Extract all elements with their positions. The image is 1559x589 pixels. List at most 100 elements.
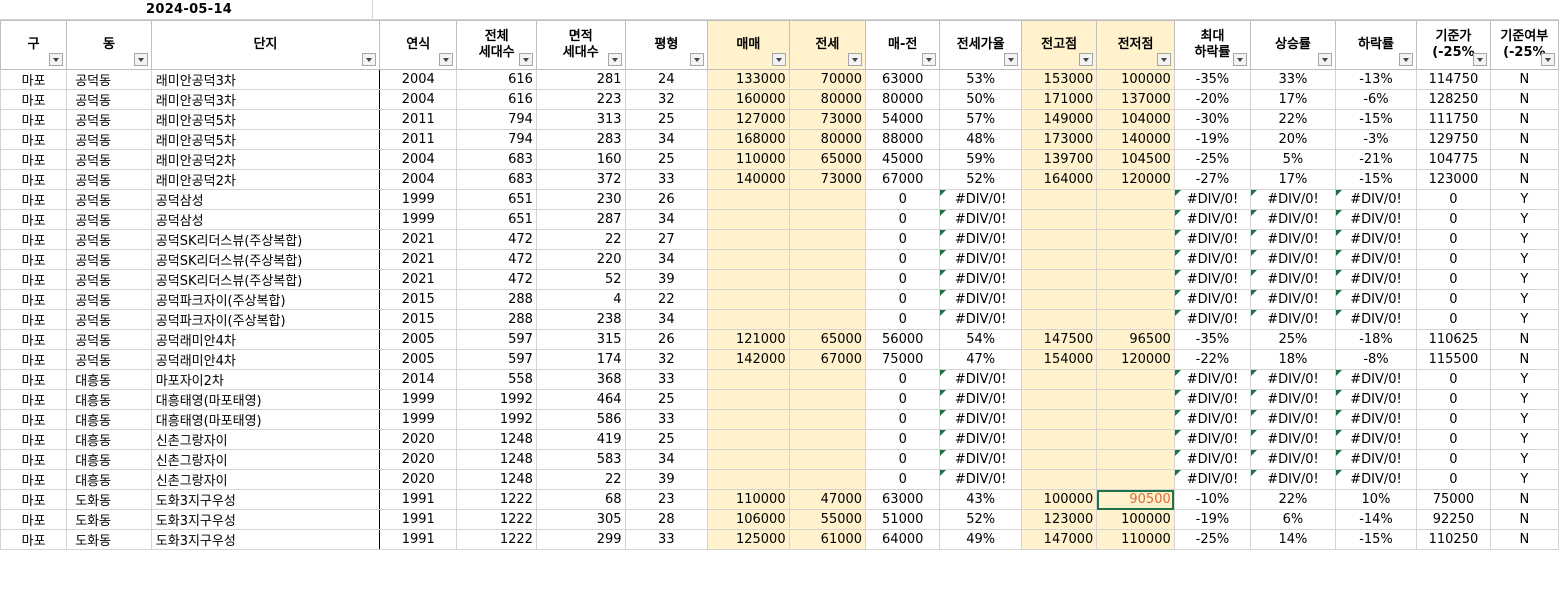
cell-area_units[interactable]: 313 — [535, 109, 626, 130]
cell-fall[interactable]: -3% — [1334, 129, 1418, 150]
cell-year[interactable]: 2021 — [379, 269, 458, 290]
cell-prev_high[interactable] — [1020, 229, 1098, 250]
cell-dong[interactable]: 대흥동 — [66, 369, 152, 390]
cell-prev_low[interactable] — [1096, 229, 1175, 250]
cell-jeonse[interactable]: 65000 — [788, 149, 867, 170]
cell-area_units[interactable]: 419 — [535, 429, 626, 450]
cell-pyeong[interactable]: 25 — [624, 149, 709, 170]
cell-jeonse_ratio[interactable]: 54% — [939, 329, 1022, 350]
cell-sale[interactable]: 168000 — [707, 129, 790, 150]
cell-prev_low[interactable]: 100000 — [1096, 509, 1175, 530]
cell-fall[interactable]: -18% — [1334, 329, 1418, 350]
cell-jeonse_ratio[interactable]: 52% — [939, 169, 1022, 190]
cell-sale[interactable] — [707, 249, 790, 270]
column-header-dong[interactable]: 동 — [66, 20, 152, 70]
cell-gu[interactable]: 마포 — [0, 229, 68, 250]
cell-year[interactable]: 2004 — [379, 89, 458, 110]
cell-dong[interactable]: 공덕동 — [66, 209, 152, 230]
cell-prev_high[interactable] — [1020, 249, 1098, 270]
cell-rise[interactable]: 22% — [1250, 489, 1336, 510]
cell-gap[interactable]: 0 — [865, 449, 941, 470]
cell-base_flag[interactable]: N — [1489, 509, 1559, 530]
cell-base_price[interactable]: 0 — [1416, 369, 1491, 390]
cell-jeonse_ratio[interactable]: #DIV/0! — [939, 449, 1022, 470]
cell-fall[interactable]: #DIV/0! — [1334, 229, 1418, 250]
cell-pyeong[interactable]: 27 — [624, 229, 709, 250]
cell-jeonse_ratio[interactable]: #DIV/0! — [939, 429, 1022, 450]
cell-base_price[interactable]: 115500 — [1416, 349, 1491, 370]
cell-gu[interactable]: 마포 — [0, 169, 68, 190]
cell-pyeong[interactable]: 24 — [624, 69, 709, 90]
cell-dong[interactable]: 공덕동 — [66, 289, 152, 310]
cell-dong[interactable]: 공덕동 — [66, 269, 152, 290]
cell-danji[interactable]: 공덕래미안4차 — [150, 349, 381, 370]
cell-total_units[interactable]: 288 — [456, 289, 537, 310]
cell-gap[interactable]: 0 — [865, 369, 941, 390]
cell-rise[interactable]: #DIV/0! — [1250, 229, 1336, 250]
cell-base_price[interactable]: 0 — [1416, 409, 1491, 430]
cell-dong[interactable]: 공덕동 — [66, 169, 152, 190]
cell-dong[interactable]: 공덕동 — [66, 189, 152, 210]
cell-fall[interactable]: #DIV/0! — [1334, 469, 1418, 490]
column-header-danji[interactable]: 단지 — [150, 20, 381, 70]
cell-prev_low[interactable]: 104000 — [1096, 109, 1175, 130]
cell-jeonse_ratio[interactable]: #DIV/0! — [939, 289, 1022, 310]
cell-base_flag[interactable]: N — [1489, 89, 1559, 110]
column-header-prev_low[interactable]: 전저점 — [1096, 20, 1175, 70]
cell-jeonse[interactable] — [788, 249, 867, 270]
cell-danji[interactable]: 대흥태영(마포태영) — [150, 389, 381, 410]
cell-max_drop[interactable]: #DIV/0! — [1173, 409, 1252, 430]
cell-pyeong[interactable]: 33 — [624, 409, 709, 430]
cell-jeonse[interactable]: 70000 — [788, 69, 867, 90]
cell-fall[interactable]: -21% — [1334, 149, 1418, 170]
cell-area_units[interactable]: 372 — [535, 169, 626, 190]
cell-base_price[interactable]: 0 — [1416, 429, 1491, 450]
cell-area_units[interactable]: 586 — [535, 409, 626, 430]
cell-dong[interactable]: 대흥동 — [66, 409, 152, 430]
cell-fall[interactable]: #DIV/0! — [1334, 449, 1418, 470]
cell-gu[interactable]: 마포 — [0, 349, 68, 370]
cell-gu[interactable]: 마포 — [0, 449, 68, 470]
cell-max_drop[interactable]: #DIV/0! — [1173, 429, 1252, 450]
cell-base_price[interactable]: 123000 — [1416, 169, 1491, 190]
column-header-rise[interactable]: 상승률 — [1250, 20, 1336, 70]
cell-prev_high[interactable] — [1020, 409, 1098, 430]
cell-fall[interactable]: #DIV/0! — [1334, 209, 1418, 230]
cell-jeonse[interactable] — [788, 209, 867, 230]
filter-dropdown-icon[interactable] — [362, 53, 377, 66]
cell-prev_low[interactable]: 140000 — [1096, 129, 1175, 150]
cell-jeonse[interactable]: 67000 — [788, 349, 867, 370]
cell-prev_high[interactable] — [1020, 429, 1098, 450]
cell-gu[interactable]: 마포 — [0, 69, 68, 90]
cell-base_price[interactable]: 0 — [1416, 269, 1491, 290]
cell-prev_low[interactable] — [1096, 189, 1175, 210]
column-header-year[interactable]: 연식 — [379, 20, 458, 70]
cell-pyeong[interactable]: 25 — [624, 429, 709, 450]
column-header-max_drop[interactable]: 최대 하락률 — [1173, 20, 1252, 70]
cell-total_units[interactable]: 794 — [456, 109, 537, 130]
cell-jeonse[interactable]: 65000 — [788, 329, 867, 350]
cell-max_drop[interactable]: -35% — [1173, 329, 1252, 350]
cell-prev_high[interactable] — [1020, 309, 1098, 330]
cell-base_price[interactable]: 128250 — [1416, 89, 1491, 110]
cell-base_price[interactable]: 0 — [1416, 209, 1491, 230]
cell-total_units[interactable]: 558 — [456, 369, 537, 390]
cell-sale[interactable] — [707, 289, 790, 310]
cell-jeonse[interactable]: 73000 — [788, 109, 867, 130]
cell-gu[interactable]: 마포 — [0, 489, 68, 510]
cell-year[interactable]: 2004 — [379, 149, 458, 170]
cell-gu[interactable]: 마포 — [0, 469, 68, 490]
cell-area_units[interactable]: 281 — [535, 69, 626, 90]
cell-jeonse[interactable]: 61000 — [788, 529, 867, 550]
cell-prev_high[interactable] — [1020, 269, 1098, 290]
cell-base_flag[interactable]: N — [1489, 169, 1559, 190]
filter-dropdown-icon[interactable] — [518, 53, 533, 66]
cell-base_flag[interactable]: Y — [1489, 449, 1559, 470]
cell-jeonse_ratio[interactable]: 59% — [939, 149, 1022, 170]
column-header-jeonse_ratio[interactable]: 전세가율 — [939, 20, 1022, 70]
cell-base_flag[interactable]: Y — [1489, 269, 1559, 290]
cell-max_drop[interactable]: -22% — [1173, 349, 1252, 370]
filter-dropdown-icon[interactable] — [49, 53, 64, 66]
cell-gap[interactable]: 75000 — [865, 349, 941, 370]
cell-sale[interactable] — [707, 369, 790, 390]
